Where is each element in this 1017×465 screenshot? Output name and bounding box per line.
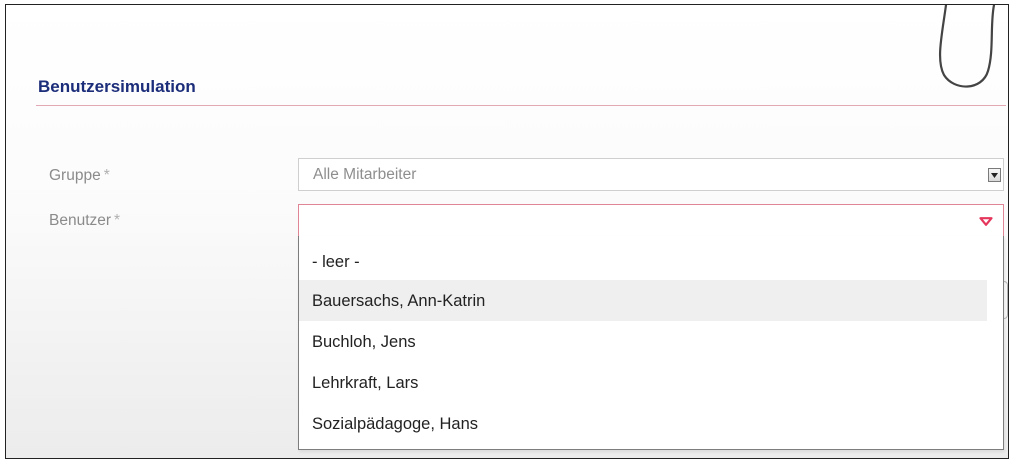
section-divider xyxy=(36,105,1006,106)
gruppe-selected-value: Alle Mitarbeiter xyxy=(313,166,417,183)
dropdown-arrow-icon[interactable] xyxy=(988,168,1001,182)
benutzer-options-list: - leer - Bauersachs, Ann-Katrin Buchloh,… xyxy=(298,236,1004,450)
simulation-panel: Benutzersimulation Gruppe * Alle Mitarbei… xyxy=(5,4,1009,459)
required-marker: * xyxy=(114,212,121,229)
option-lehrkraft-lars[interactable]: Lehrkraft, Lars xyxy=(299,362,987,403)
gruppe-label: Gruppe * xyxy=(49,167,110,185)
option-sozialpaedagoge-hans[interactable]: Sozialpädagoge, Hans xyxy=(299,403,987,444)
benutzer-label: Benutzer * xyxy=(49,212,120,230)
required-dropdown-triangle-icon[interactable] xyxy=(979,217,993,226)
gruppe-select[interactable]: Alle Mitarbeiter xyxy=(298,158,1004,191)
paperclip-icon xyxy=(938,5,996,88)
gruppe-label-text: Gruppe xyxy=(49,167,101,184)
option-buchloh-jens[interactable]: Buchloh, Jens xyxy=(299,321,987,362)
benutzer-select[interactable] xyxy=(298,204,1004,237)
option-bauersachs-ann-katrin[interactable]: Bauersachs, Ann-Katrin xyxy=(299,280,987,321)
required-marker: * xyxy=(103,167,110,184)
section-title: Benutzersimulation xyxy=(38,77,196,96)
option-leer[interactable]: - leer - xyxy=(299,236,987,280)
benutzer-label-text: Benutzer xyxy=(49,212,112,229)
